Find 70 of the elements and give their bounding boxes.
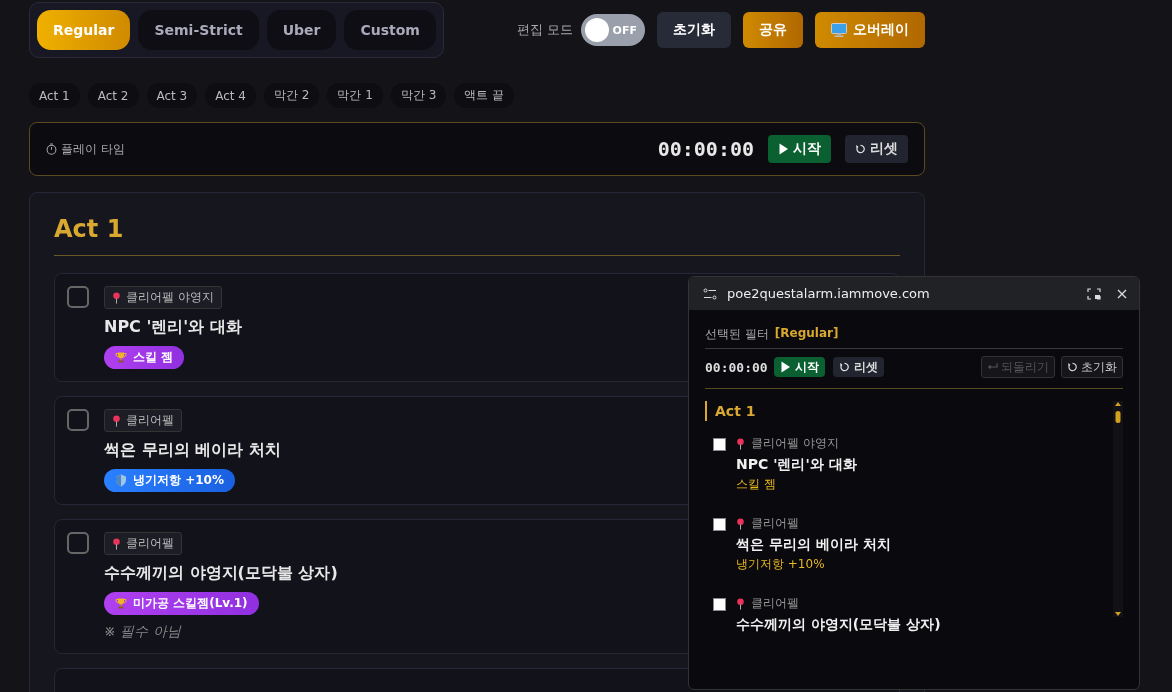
- location-text: 클리어펠 야영지: [126, 289, 214, 306]
- location-text: 클리어펠: [751, 595, 799, 612]
- pin-icon: [736, 517, 745, 530]
- quest-title: NPC '렌리'와 대화: [736, 456, 857, 474]
- act-chip[interactable]: Act 4: [205, 83, 256, 108]
- location-text: 클리어펠: [126, 412, 174, 429]
- quest-checkbox[interactable]: [713, 518, 726, 531]
- close-icon[interactable]: [1117, 288, 1127, 299]
- quest-checkbox[interactable]: [713, 438, 726, 451]
- filter-tab[interactable]: Uber: [266, 10, 337, 50]
- quest-note: ※ 필수 아님: [104, 623, 181, 641]
- reset-icon: [838, 361, 850, 373]
- edit-mode-label: 편집 모드: [516, 21, 573, 39]
- reset-icon: [1067, 361, 1078, 373]
- maximize-icon[interactable]: [1087, 287, 1101, 300]
- header-button[interactable]: 초기화: [657, 12, 731, 48]
- play-icon: [779, 361, 791, 373]
- window-title: poe2questalarm.iammove.com: [727, 286, 931, 301]
- quest-checkbox[interactable]: [713, 598, 726, 611]
- pin-icon: [736, 437, 745, 450]
- settings-icon[interactable]: [703, 287, 717, 300]
- filter-label: 선택된 필터: [705, 326, 769, 343]
- scrollbar[interactable]: [1113, 401, 1123, 617]
- trophy-icon: [115, 351, 127, 364]
- act-chip[interactable]: Act 2: [87, 83, 139, 108]
- act-chip[interactable]: 액트 끝: [454, 83, 515, 108]
- act-chip[interactable]: 막간 2: [264, 83, 320, 108]
- quest-title: 썩은 무리의 베이라 처치: [104, 440, 281, 461]
- act-chip[interactable]: Act 1: [29, 83, 80, 108]
- monitor-icon: [831, 23, 847, 37]
- reward-badge: 냉기저항 +10%: [104, 469, 235, 492]
- act-chip[interactable]: Act 3: [146, 83, 198, 108]
- quest-title: 수수께끼의 야영지(모닥불 상자): [736, 616, 941, 634]
- start-button[interactable]: 시작: [768, 135, 831, 163]
- quest-checkbox[interactable]: [67, 409, 89, 431]
- reward-text: 스킬 젬: [736, 476, 777, 493]
- filter-value: [Regular]: [774, 326, 839, 342]
- reset-button[interactable]: 리셋: [832, 357, 884, 377]
- quest-title: 썩은 무리의 베이라 처치: [736, 536, 891, 554]
- reward-badge: 미가공 스킬젬(Lv.1): [104, 592, 259, 615]
- filter-tab[interactable]: Semi-Strict: [138, 10, 259, 50]
- play-icon: [778, 143, 789, 155]
- stopwatch-icon: [46, 143, 57, 155]
- reward-text: 냉기저항 +10%: [736, 556, 826, 573]
- filter-tab[interactable]: Custom: [344, 10, 436, 50]
- quest-checkbox[interactable]: [67, 532, 89, 554]
- timer-display: 00:00:00: [705, 359, 768, 375]
- reset-icon: [855, 143, 866, 155]
- quest-checkbox[interactable]: [67, 286, 89, 308]
- reset-button[interactable]: 리셋: [845, 135, 908, 163]
- location-text: 클리어펠: [751, 515, 799, 532]
- start-button[interactable]: 시작: [773, 357, 825, 377]
- location-text: 클리어펠: [126, 535, 174, 552]
- act-chip[interactable]: 막간 3: [390, 83, 447, 108]
- timer-display: 00:00:00: [657, 137, 754, 161]
- shield-icon: [115, 474, 127, 487]
- trophy-icon: [115, 597, 127, 610]
- pin-icon: [112, 414, 121, 427]
- pin-icon: [112, 291, 121, 304]
- reward-badge: 스킬 젬: [104, 346, 185, 369]
- timer-label: 플레이 타임: [61, 140, 125, 158]
- act-chip[interactable]: 막간 1: [327, 83, 383, 108]
- overlay-button[interactable]: 오버레이: [815, 12, 925, 48]
- quest-title: 수수께끼의 야영지(모닥불 상자): [104, 563, 338, 584]
- pin-icon: [736, 597, 745, 610]
- act-title: Act 1: [54, 215, 125, 245]
- location-text: 클리어펠 야영지: [751, 435, 839, 452]
- quest-title: NPC '렌리'와 대화: [104, 317, 242, 338]
- pin-icon: [112, 537, 121, 550]
- clear-button[interactable]: 초기화: [1061, 356, 1123, 378]
